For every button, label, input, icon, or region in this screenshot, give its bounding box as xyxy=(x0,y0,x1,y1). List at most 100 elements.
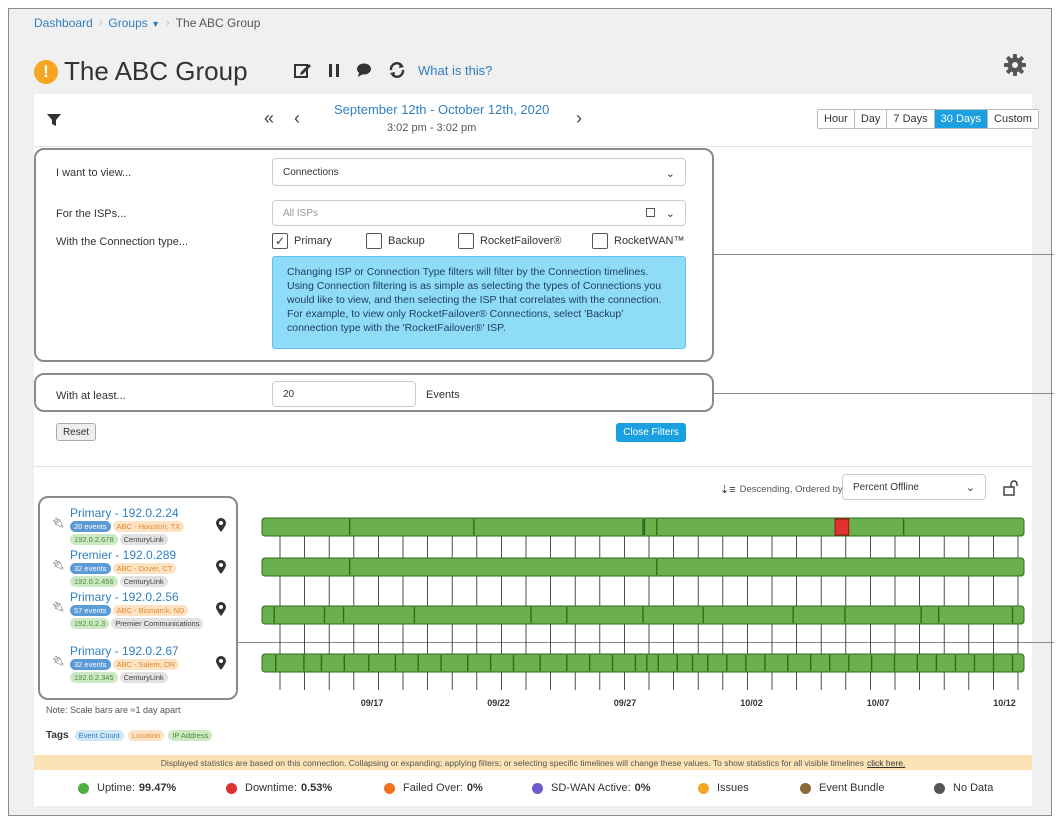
range-button-hour[interactable]: Hour xyxy=(818,110,855,128)
gear-icon[interactable] xyxy=(1004,54,1026,76)
checkbox-box xyxy=(458,233,474,249)
axis-label: 09/27 xyxy=(614,698,637,708)
checkbox-backup[interactable]: Backup xyxy=(366,233,425,249)
type-label: With the Connection type... xyxy=(56,236,189,248)
legend-label: No Data xyxy=(953,782,994,794)
checkbox-label: Backup xyxy=(388,235,425,247)
what-is-this-link[interactable]: What is this? xyxy=(418,63,492,78)
tags-legend: Tags Event Count Location IP Address xyxy=(46,730,213,741)
checkbox-label: Primary xyxy=(294,235,332,247)
event-count-tag: 57 events xyxy=(70,605,111,616)
axis-label: 10/07 xyxy=(867,698,890,708)
caret-down-icon: ▼ xyxy=(151,19,161,29)
timeline-chart: 09/17 09/22 09/27 10/02 10/07 10/12 xyxy=(261,517,1025,708)
isp-select[interactable]: All ISPs ⌄ xyxy=(272,200,686,226)
breadcrumb-dashboard[interactable]: Dashboard xyxy=(34,16,93,30)
location-tag: ABC - Salem, OR xyxy=(112,659,180,670)
isp-tag: CenturyLink xyxy=(119,534,168,545)
connection-name[interactable]: Premier - 192.0.289 xyxy=(70,548,176,562)
events-input[interactable]: 20 xyxy=(272,381,416,407)
event-count-tag: 32 events xyxy=(70,659,111,670)
divider xyxy=(34,146,1032,147)
connection-name[interactable]: Primary - 192.0.2.67 xyxy=(70,644,179,658)
legend-dot-icon xyxy=(78,782,89,794)
chevron-right-icon: › xyxy=(98,17,103,29)
legend-value: 0.53% xyxy=(300,782,333,794)
double-chevron-left-icon[interactable]: « xyxy=(264,108,274,129)
warning-icon: ! xyxy=(34,59,58,84)
location-tag: ABC - Bismarck, ND xyxy=(112,605,189,616)
tag-legend-ip: IP Address xyxy=(168,730,213,741)
axis-label: 09/22 xyxy=(487,698,510,708)
breadcrumb-groups[interactable]: Groups ▼ xyxy=(108,16,160,30)
legend-failed-over: Failed Over: 0% xyxy=(384,782,483,794)
isp-tag: Premier Communications xyxy=(111,618,204,629)
select-all-checkbox[interactable] xyxy=(646,208,655,217)
legend-label: Downtime: xyxy=(245,782,297,794)
chevron-right-icon: › xyxy=(166,17,170,29)
checkbox-rocketwan[interactable]: RocketWAN™ xyxy=(592,233,685,249)
checkbox-label: RocketFailover® xyxy=(480,235,562,247)
view-label: I want to view... xyxy=(56,167,132,179)
event-count-tag: 20 events xyxy=(70,521,111,532)
legend-dot-icon xyxy=(800,782,811,794)
isp-label: For the ISPs... xyxy=(56,208,127,220)
timeline-bar-3[interactable] xyxy=(261,653,1025,673)
date-navigator: « ‹ September 12th - October 12th, 2020 … xyxy=(264,100,604,138)
sort-select-value: Percent Offline xyxy=(853,481,919,493)
timeline-bar-1[interactable] xyxy=(261,557,1025,577)
legend-dot-icon xyxy=(934,782,945,794)
legend-uptime: Uptime: 99.47% xyxy=(78,782,176,794)
checkbox-label: RocketWAN™ xyxy=(614,235,685,247)
connector-line xyxy=(714,254,1054,255)
connection-name[interactable]: Primary - 192.0.2.24 xyxy=(70,506,179,520)
legend-dot-icon xyxy=(384,782,395,794)
legend-issues: Issues xyxy=(698,782,749,794)
range-button-day[interactable]: Day xyxy=(854,110,888,128)
legend-dot-icon xyxy=(532,782,543,794)
legend-sd-wan-active: SD-WAN Active: 0% xyxy=(532,782,651,794)
downtime-segment[interactable] xyxy=(834,518,850,536)
checkbox-rocketfailover[interactable]: RocketFailover® xyxy=(458,233,561,249)
legend-dot-icon xyxy=(226,782,237,794)
checkbox-primary[interactable]: ✓ Primary xyxy=(272,233,332,249)
edit-icon[interactable] xyxy=(294,62,312,78)
legend-label: Failed Over: xyxy=(403,782,463,794)
time-range-label: 3:02 pm - 3:02 pm xyxy=(387,122,477,134)
chevron-right-icon[interactable]: › xyxy=(576,108,582,129)
legend-dot-icon xyxy=(698,782,709,794)
axis-label: 09/17 xyxy=(361,698,384,708)
comment-icon[interactable] xyxy=(356,62,372,78)
ip-tag: 192.0.2.456 xyxy=(70,576,118,587)
range-button-7-days[interactable]: 7 Days xyxy=(887,110,935,128)
chevron-left-icon[interactable]: ‹ xyxy=(294,108,300,129)
sort-descending-icon[interactable]: ⇣≡ xyxy=(720,483,736,496)
view-select[interactable]: Connections ⌄ xyxy=(272,158,686,186)
show-all-statistics-link[interactable]: click here. xyxy=(867,758,905,768)
sort-select[interactable]: Percent Offline ⌄ xyxy=(842,474,986,500)
connection-name[interactable]: Primary - 192.0.2.56 xyxy=(70,590,179,604)
ip-tag: 192.0.2.678 xyxy=(70,534,118,545)
range-button-30-days[interactable]: 30 Days xyxy=(934,110,989,128)
pause-icon[interactable] xyxy=(328,62,340,78)
page-header: ! The ABC Group xyxy=(34,56,248,87)
legend-no-data: No Data xyxy=(934,782,993,794)
group-toolbar: What is this? xyxy=(294,62,492,78)
events-unit: Events xyxy=(426,389,460,401)
tag-legend-location: Location xyxy=(127,730,165,741)
date-range-label[interactable]: September 12th - October 12th, 2020 xyxy=(334,102,549,117)
location-tag: ABC - Houston, TX xyxy=(112,521,185,532)
chevron-down-icon: ⌄ xyxy=(965,482,975,494)
isp-tag: CenturyLink xyxy=(119,672,168,683)
close-filters-button[interactable]: Close Filters xyxy=(616,423,686,442)
range-button-custom[interactable]: Custom xyxy=(988,110,1038,128)
filter-icon[interactable] xyxy=(46,112,62,128)
event-count-tag: 32 events xyxy=(70,563,111,574)
statistics-notice: Displayed statistics are based on this c… xyxy=(34,755,1032,770)
divider xyxy=(34,466,1032,467)
unlock-icon[interactable] xyxy=(1002,480,1018,496)
connector-line xyxy=(714,393,1054,394)
tags-legend-label: Tags xyxy=(46,730,69,741)
refresh-icon[interactable] xyxy=(388,62,406,78)
reset-button[interactable]: Reset xyxy=(56,423,96,441)
